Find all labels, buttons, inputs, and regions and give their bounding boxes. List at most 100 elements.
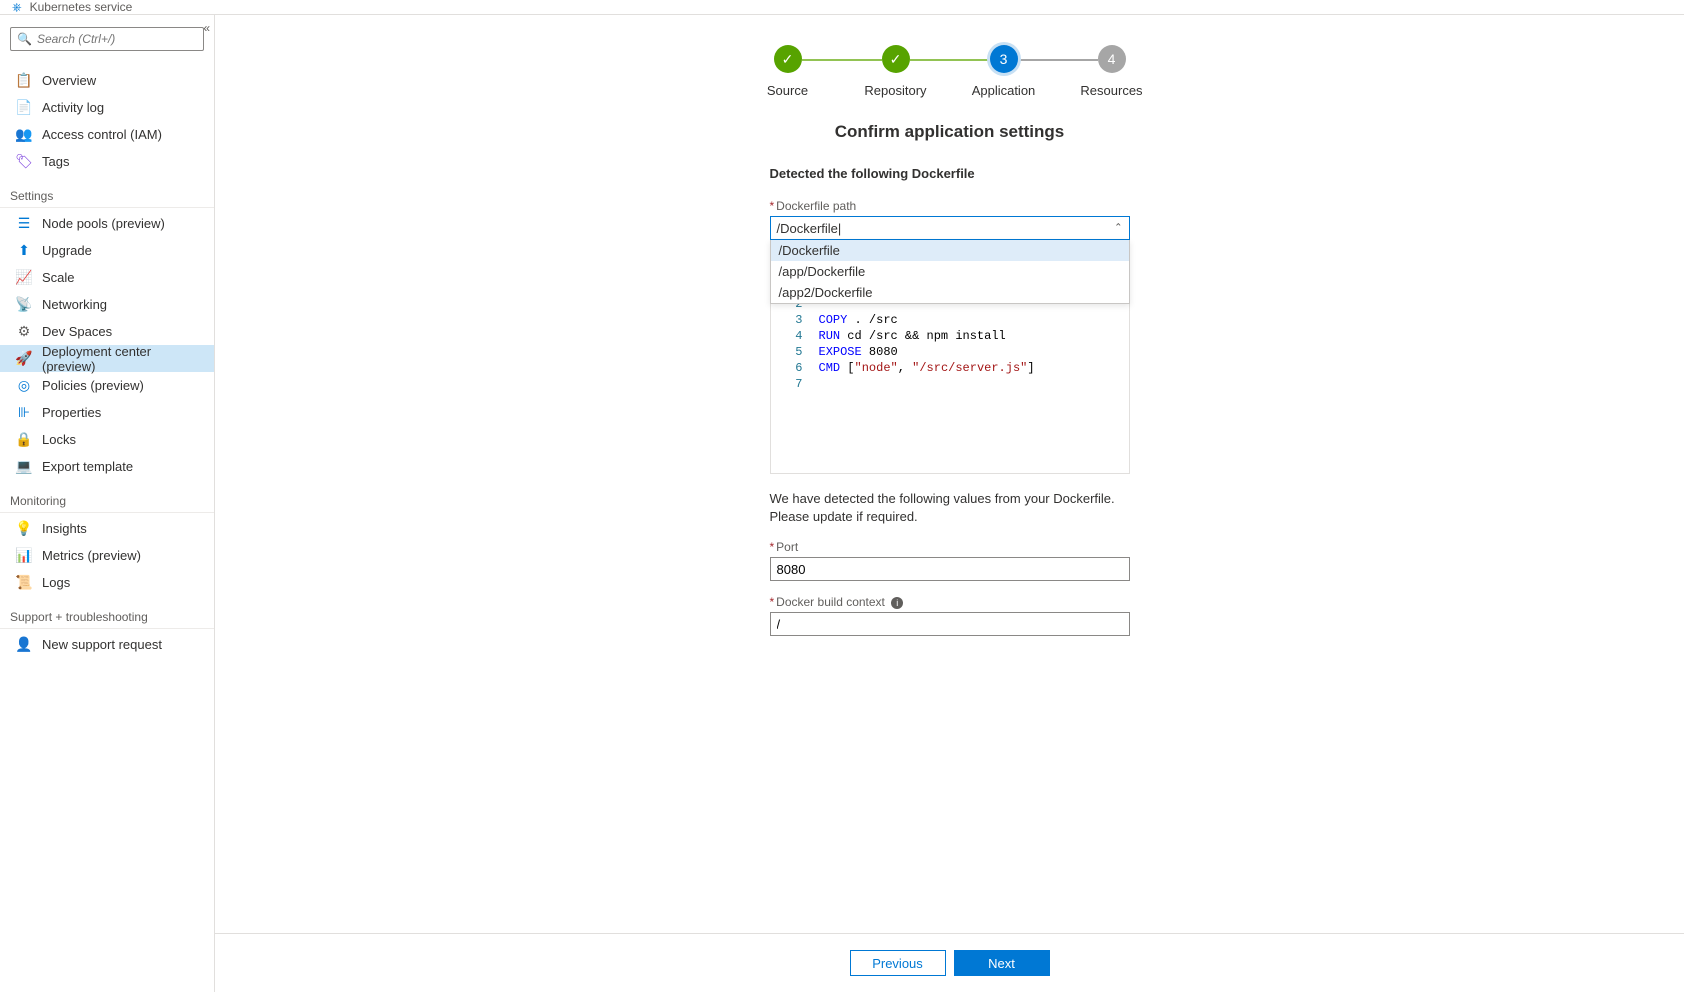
section-heading-dockerfile: Detected the following Dockerfile [770,166,1130,181]
sidebar-item-icon: ◎ [16,378,32,394]
nav-item-label: Logs [42,575,70,590]
step-label: Resources [1058,83,1166,98]
wizard-footer: Previous Next [215,933,1684,992]
sidebar-item-dev-spaces[interactable]: ⚙ Dev Spaces [0,318,214,345]
step-application[interactable]: 3 Application [950,45,1058,98]
chevron-up-icon: ⌃ [1114,223,1122,234]
nav-item-label: New support request [42,637,162,652]
sidebar-search[interactable]: 🔍 [10,27,204,51]
search-icon: 🔍 [17,32,32,46]
kubernetes-icon: ⎈ [12,0,22,15]
sidebar-item-tags[interactable]: 🏷Tags [0,148,214,175]
step-connector [910,59,990,61]
step-label: Application [950,83,1058,98]
wizard-stepper: ✓ Source ✓ Repository 3 Application 4 Resources [590,45,1310,98]
info-icon[interactable]: i [891,597,903,609]
step-label: Source [734,83,842,98]
sidebar: « 🔍 📋Overview 📄 Activity log 👥 Access contro… [0,15,215,992]
sidebar-item-access-control-iam-[interactable]: 👥 Access control (IAM) [0,121,214,148]
editor-code: COPY . /srcRUN cd /src && npm installEXP… [811,292,1129,473]
nav-item-label: Locks [42,432,76,447]
sidebar-item-export-template[interactable]: 💻 Export template [0,453,214,480]
sidebar-item-icon: 💻 [16,459,32,475]
nav-item-label: Policies (preview) [42,378,144,393]
dockerfile-path-dropdown: /Dockerfile/app/Dockerfile/app2/Dockerfi… [770,240,1130,304]
sidebar-item-icon: 🔒 [16,432,32,448]
sidebar-item-metrics-preview-[interactable]: 📊 Metrics (preview) [0,542,214,569]
sidebar-item-node-pools-preview-[interactable]: ☰ Node pools (preview) [0,210,214,237]
editor-gutter: 234567 [771,292,811,473]
sidebar-group-settings: Settings [0,183,214,208]
sidebar-item-icon: 📜 [16,575,32,591]
sidebar-item-networking[interactable]: 📡 Networking [0,291,214,318]
nav-item-label: Overview [42,73,96,88]
sidebar-item-icon: ⚙ [16,324,32,340]
step-circle: 4 [1098,45,1126,73]
sidebar-item-icon: 📡 [16,297,32,313]
step-connector [1018,59,1098,61]
sidebar-item-insights[interactable]: 💡 Insights [0,515,214,542]
previous-button[interactable]: Previous [850,950,946,976]
sidebar-item-icon: ⬆ [16,243,32,259]
sidebar-item-icon: 🏷 [16,154,32,170]
step-label: Repository [842,83,950,98]
dockerfile-option[interactable]: /Dockerfile [771,240,1129,261]
sidebar-item-locks[interactable]: 🔒 Locks [0,426,214,453]
sidebar-item-icon: 📊 [16,548,32,564]
nav-item-label: Dev Spaces [42,324,112,339]
sidebar-item-upgrade[interactable]: ⬆ Upgrade [0,237,214,264]
sidebar-item-icon: 💡 [16,521,32,537]
nav-item-label: Scale [42,270,75,285]
nav-item-label: Upgrade [42,243,92,258]
sidebar-group-monitoring: Monitoring [0,488,214,513]
sidebar-item-icon: 🚀 [16,351,32,367]
step-repository[interactable]: ✓ Repository [842,45,950,98]
dockerfile-option[interactable]: /app/Dockerfile [771,261,1129,282]
sidebar-item-activity-log[interactable]: 📄 Activity log [0,94,214,121]
nav-item-label: Activity log [42,100,104,115]
sidebar-item-icon: 📈 [16,270,32,286]
nav-item-label: Properties [42,405,101,420]
step-circle: ✓ [882,45,910,73]
port-label: *Port [770,540,1130,554]
sidebar-item-icon: 👥 [16,127,32,143]
sidebar-item-icon: 📄 [16,100,32,116]
sidebar-item-new-support-request[interactable]: 👤 New support request [0,631,214,658]
docker-context-input[interactable] [770,612,1130,636]
nav-item-label: Networking [42,297,107,312]
breadcrumb-header: ⎈ Kubernetes service [0,0,1684,15]
service-type-label: Kubernetes service [30,0,133,14]
dockerfile-path-value: /Dockerfile [777,221,842,236]
nav-item-label: Deployment center (preview) [42,344,204,374]
dockerfile-path-combobox[interactable]: /Dockerfile ⌃ [770,216,1130,240]
step-source[interactable]: ✓ Source [734,45,842,98]
sidebar-item-icon: ⊪ [16,405,32,421]
sidebar-item-scale[interactable]: 📈 Scale [0,264,214,291]
dockerfile-editor[interactable]: 234567 COPY . /srcRUN cd /src && npm ins… [770,292,1130,474]
sidebar-item-icon: ☰ [16,216,32,232]
wizard-title: Confirm application settings [590,122,1310,142]
dockerfile-option[interactable]: /app2/Dockerfile [771,282,1129,303]
nav-item-label: Metrics (preview) [42,548,141,563]
dockerfile-path-label: *Dockerfile path [770,199,1130,213]
step-resources: 4 Resources [1058,45,1166,98]
collapse-sidebar-button[interactable]: « [203,21,210,35]
nav-item-label: Export template [42,459,133,474]
sidebar-item-overview[interactable]: 📋Overview [0,67,214,94]
search-input[interactable] [37,32,197,46]
nav-item-label: Access control (IAM) [42,127,162,142]
step-circle: ✓ [774,45,802,73]
port-input[interactable] [770,557,1130,581]
step-circle: 3 [990,45,1018,73]
sidebar-item-logs[interactable]: 📜 Logs [0,569,214,596]
sidebar-item-icon: 👤 [16,637,32,653]
next-button[interactable]: Next [954,950,1050,976]
main-content: ✓ Source ✓ Repository 3 Application 4 Resources… [215,15,1684,992]
sidebar-item-policies-preview-[interactable]: ◎ Policies (preview) [0,372,214,399]
sidebar-item-properties[interactable]: ⊪ Properties [0,399,214,426]
sidebar-item-deployment-center-preview-[interactable]: 🚀 Deployment center (preview) [0,345,214,372]
nav-item-label: Node pools (preview) [42,216,165,231]
step-connector [802,59,882,61]
sidebar-group-support: Support + troubleshooting [0,604,214,629]
nav-item-label: Insights [42,521,87,536]
